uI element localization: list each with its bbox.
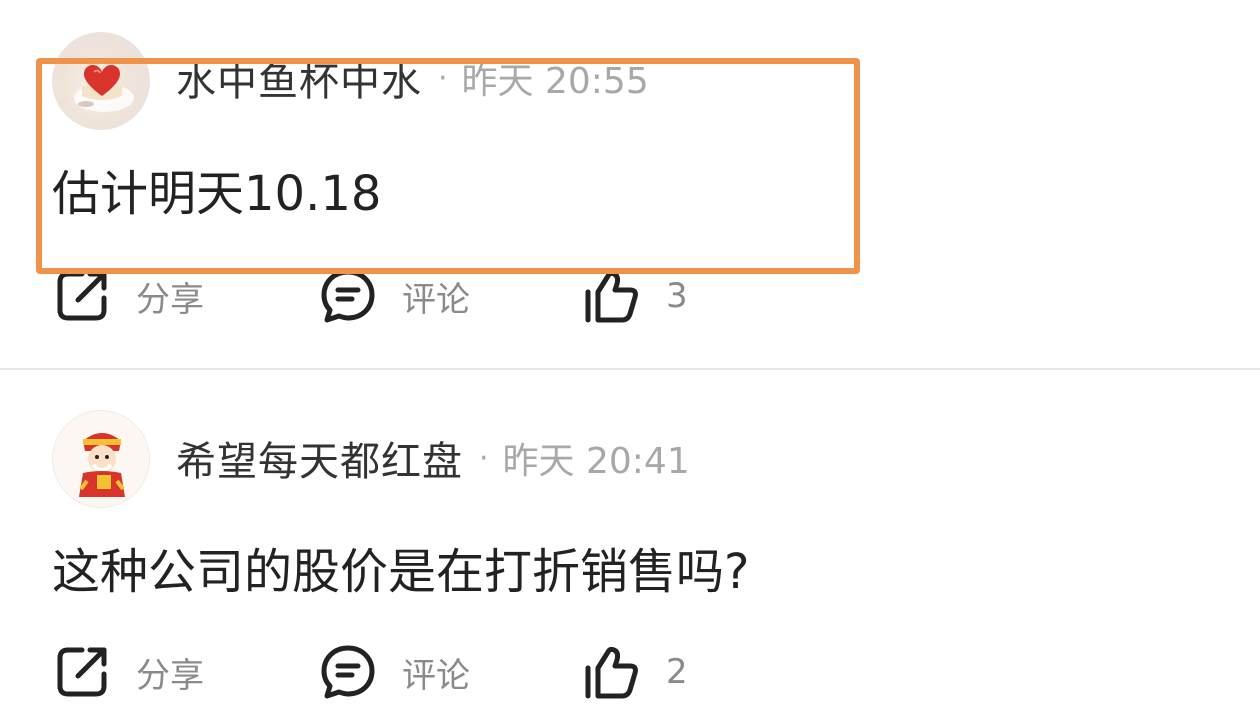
like-count: 3 (666, 276, 688, 316)
comment-feed: 水中鱼杯中水 · 昨天 20:55 估计明天10.18 分享 评论 3 希望每天… (0, 0, 1260, 726)
timestamp: 昨天 20:41 (502, 441, 690, 482)
avatar[interactable] (52, 410, 150, 508)
comment-label: 评论 (402, 655, 470, 696)
action-bar: 分享 评论 3 (52, 266, 752, 326)
comment-label: 评论 (402, 279, 470, 320)
comment-icon (321, 269, 375, 323)
share-icon (57, 647, 107, 697)
username[interactable]: 希望每天都红盘 (176, 429, 463, 487)
meta-separator: · (438, 60, 448, 96)
thumbs-up-icon (585, 646, 638, 699)
username[interactable]: 水中鱼杯中水 (176, 49, 422, 107)
meta-separator: · (479, 440, 489, 476)
share-button[interactable]: 分享 (52, 642, 204, 702)
like-button[interactable]: 2 (582, 642, 688, 702)
comment-meta: 希望每天都红盘 · 昨天 20:41 (176, 428, 690, 488)
timestamp: 昨天 20:55 (461, 61, 649, 102)
action-bar: 分享 评论 2 (52, 642, 752, 702)
share-button[interactable]: 分享 (52, 266, 204, 326)
comment-button[interactable]: 评论 (318, 642, 470, 702)
like-button[interactable]: 3 (582, 266, 688, 326)
comment-button[interactable]: 评论 (318, 266, 470, 326)
comment-text[interactable]: 这种公司的股价是在打折销售吗? (52, 532, 749, 602)
comment-text[interactable]: 估计明天10.18 (52, 154, 381, 224)
comment-meta: 水中鱼杯中水 · 昨天 20:55 (176, 48, 649, 108)
like-count: 2 (666, 652, 688, 692)
comment-icon (321, 645, 375, 699)
thumbs-up-icon (585, 270, 638, 323)
fortune-god-avatar-icon (79, 433, 125, 497)
share-label: 分享 (136, 279, 204, 320)
heart-cake-avatar-icon (74, 65, 134, 112)
comment-item: 水中鱼杯中水 · 昨天 20:55 估计明天10.18 分享 评论 3 (0, 0, 1260, 368)
share-label: 分享 (136, 655, 204, 696)
avatar[interactable] (52, 32, 150, 130)
share-icon (57, 271, 107, 321)
comment-item: 希望每天都红盘 · 昨天 20:41 这种公司的股价是在打折销售吗? 分享 评论 (0, 370, 1260, 726)
